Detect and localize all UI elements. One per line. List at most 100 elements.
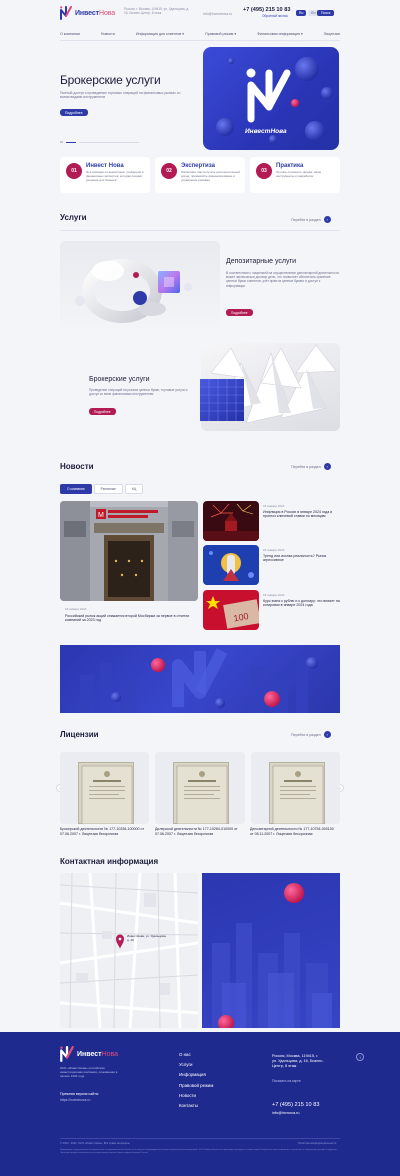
chevron-down-icon: ▾	[182, 32, 185, 36]
contacts-city-illustration	[212, 883, 332, 1028]
services-all-link-label: Перейти в раздел	[291, 217, 321, 222]
deposit-service-title: Депозитарные услуги	[226, 258, 296, 265]
street-map	[60, 873, 198, 1028]
header-phone[interactable]: +7 (495) 215 10 83	[243, 7, 290, 13]
callback-link[interactable]: Обратный звонок	[262, 14, 288, 18]
tab-market[interactable]: Рыночные	[93, 484, 123, 494]
site-header: ИнвестНова Россия, г. Москва, 119415, ул…	[0, 0, 400, 28]
feature-text: Эта команда из аналитиков, трейдеров и ф…	[86, 170, 144, 182]
exchange-building-photo: M	[60, 501, 198, 601]
footer-map-link[interactable]: Показать на карте	[272, 1079, 301, 1083]
footer-prev-version-link[interactable]: https://investnova.ru	[60, 1098, 90, 1102]
deposit-more-button[interactable]: Подробнее	[226, 309, 253, 317]
license-caption: Дилерской деятельности № 177-10284-01000…	[155, 827, 238, 836]
scroll-to-top-button[interactable]: ↑	[356, 1053, 364, 1061]
licenses-all-link-label: Перейти в раздел	[291, 732, 321, 737]
deposit-service-text: В соответствии с лицензией на осуществле…	[226, 271, 339, 288]
footer-copyright: © 2004 - 2024, ООО «ИнвестНова». Все пра…	[60, 1142, 130, 1145]
license-certificate-icon	[177, 765, 228, 824]
page: ИнвестНова Россия, г. Москва, 119415, ул…	[0, 0, 400, 1176]
feature-card: 02 Экспертиза Россиянин, как получить до…	[155, 157, 245, 193]
footer-divider	[60, 1138, 340, 1139]
nav-item-licenses[interactable]: Лицензии	[324, 32, 340, 36]
feature-text: Россиянин, как получить дополнительный д…	[181, 170, 240, 182]
nav-item-legal[interactable]: Правовой режим ▾	[205, 32, 236, 36]
news-main-date: 18 января 2024	[65, 607, 87, 611]
services-section-title: Услуги	[60, 213, 87, 222]
nav-item-about[interactable]: О компании	[60, 32, 80, 36]
license-document-image	[78, 762, 134, 824]
arrow-right-icon: ›	[323, 463, 331, 470]
section-divider	[60, 230, 340, 231]
hero-card-logo-text: ИнвестНова	[245, 128, 287, 135]
footer-phone[interactable]: +7 (495) 215 10 83	[272, 1102, 319, 1108]
news-list-item[interactable]: 18 января 2024 Тренд или иконка реальнос…	[203, 545, 340, 585]
header-address: Россия, г. Москва, 119415, ул. Удальцова…	[124, 7, 190, 16]
news-list-item[interactable]: 100 18 января 2024 Курс юаня к рублю и к…	[203, 590, 340, 630]
rocket-stock-photo	[203, 545, 259, 585]
nav-item-finance[interactable]: Финансовая информация ▾	[257, 32, 303, 36]
lang-ru-button[interactable]: Ru	[296, 10, 307, 16]
nav-item-clients[interactable]: Информация для клиентов ▾	[136, 32, 184, 36]
license-card[interactable]	[60, 752, 150, 824]
brokerage-service-title: Брокерские услуги	[89, 376, 150, 383]
arrow-right-icon: ›	[323, 216, 331, 223]
hero-more-button[interactable]: Подробнее	[60, 109, 88, 117]
tab-company[interactable]: О компании	[60, 484, 92, 494]
contacts-image	[202, 873, 340, 1028]
contacts-map[interactable]: ИнвестНова, ул. Удальцова, д. 16	[60, 873, 198, 1028]
nav-label: Информация для клиентов	[135, 32, 182, 36]
feature-card: 03 Практика Лучшие стоимость фонда, наши…	[250, 157, 340, 193]
services-all-link[interactable]: Перейти в раздел ›	[291, 216, 331, 223]
feature-number-badge: 01	[66, 163, 82, 179]
footer-link-services[interactable]: Услуги	[179, 1062, 213, 1067]
kremlin-fireworks-photo	[203, 501, 259, 541]
nav-label: О компании	[60, 32, 80, 36]
news-main-headline[interactable]: Российский рынок акций снижается второй …	[65, 614, 195, 623]
licenses-section-title: Лицензии	[60, 730, 99, 739]
footer-description: 2021 «ИнвестНова» российская инвестицион…	[60, 1066, 118, 1078]
news-date: 18 января 2024	[263, 504, 285, 508]
news-date: 18 января 2024	[263, 593, 285, 597]
licenses-slider	[60, 752, 340, 824]
nav-label: Лицензии	[323, 32, 340, 36]
footer-link-legal[interactable]: Правовой режим	[179, 1083, 213, 1088]
footer-link-contacts[interactable]: Контакты	[179, 1103, 213, 1108]
nav-item-news[interactable]: Новости	[101, 32, 115, 36]
header-email[interactable]: info@investnova.ru	[203, 12, 232, 16]
licenses-all-link[interactable]: Перейти в раздел ›	[291, 731, 331, 738]
footer-link-news[interactable]: Новости	[179, 1093, 213, 1098]
svg-text:M: M	[98, 512, 104, 519]
arrow-up-icon: ↑	[359, 1054, 361, 1060]
deposit-illustration	[75, 259, 192, 323]
features-row: 01 Инвест Нова Эта команда из аналитиков…	[60, 157, 340, 193]
contacts-section-title: Контактная информация	[60, 857, 159, 866]
news-main-image[interactable]: M	[60, 501, 198, 601]
license-card[interactable]	[250, 752, 340, 824]
news-list-item[interactable]: 18 января 2024 Инфляция в России в январ…	[203, 501, 340, 541]
footer-address: Россия, Москва, 119415, г. ул. Удальцова…	[272, 1054, 324, 1068]
brokerage-more-button[interactable]: Подробнее	[89, 408, 116, 416]
feature-text: Лучшие стоимость фонда, наши инструменты…	[276, 170, 322, 178]
logo[interactable]: ИнвестНова	[60, 6, 115, 20]
footer-link-info[interactable]: Информация	[179, 1072, 213, 1077]
news-all-link[interactable]: Перейти в раздел ›	[291, 463, 331, 470]
hero-slider-progress[interactable]: 01	[60, 140, 140, 144]
footer-email[interactable]: info@invnova.ru	[272, 1111, 300, 1115]
search-button[interactable]: Поиск	[317, 10, 335, 16]
deposit-service-image	[60, 241, 220, 329]
feature-title: Экспертиза	[181, 163, 215, 169]
footer-link-about[interactable]: О нас	[179, 1052, 213, 1057]
news-thumb: 100	[203, 590, 259, 630]
tab-kc[interactable]: КЦ	[124, 484, 144, 494]
footer-logo-main: Инвест	[77, 1050, 102, 1058]
main-nav: О компании Новости Информация для клиент…	[60, 30, 340, 38]
footer-privacy-link[interactable]: Политика конфиденциальности	[298, 1142, 336, 1145]
news-thumb	[203, 501, 259, 541]
news-all-link-label: Перейти в раздел	[291, 464, 321, 469]
map-pin-label: ИнвестНова, ул. Удальцова, д. 16	[127, 934, 167, 942]
chevron-down-icon: ▾	[234, 32, 237, 36]
hero-title: Брокерские услуги	[60, 73, 161, 87]
footer-logo[interactable]: ИнвестНова	[60, 1046, 118, 1062]
license-card[interactable]	[155, 752, 245, 824]
